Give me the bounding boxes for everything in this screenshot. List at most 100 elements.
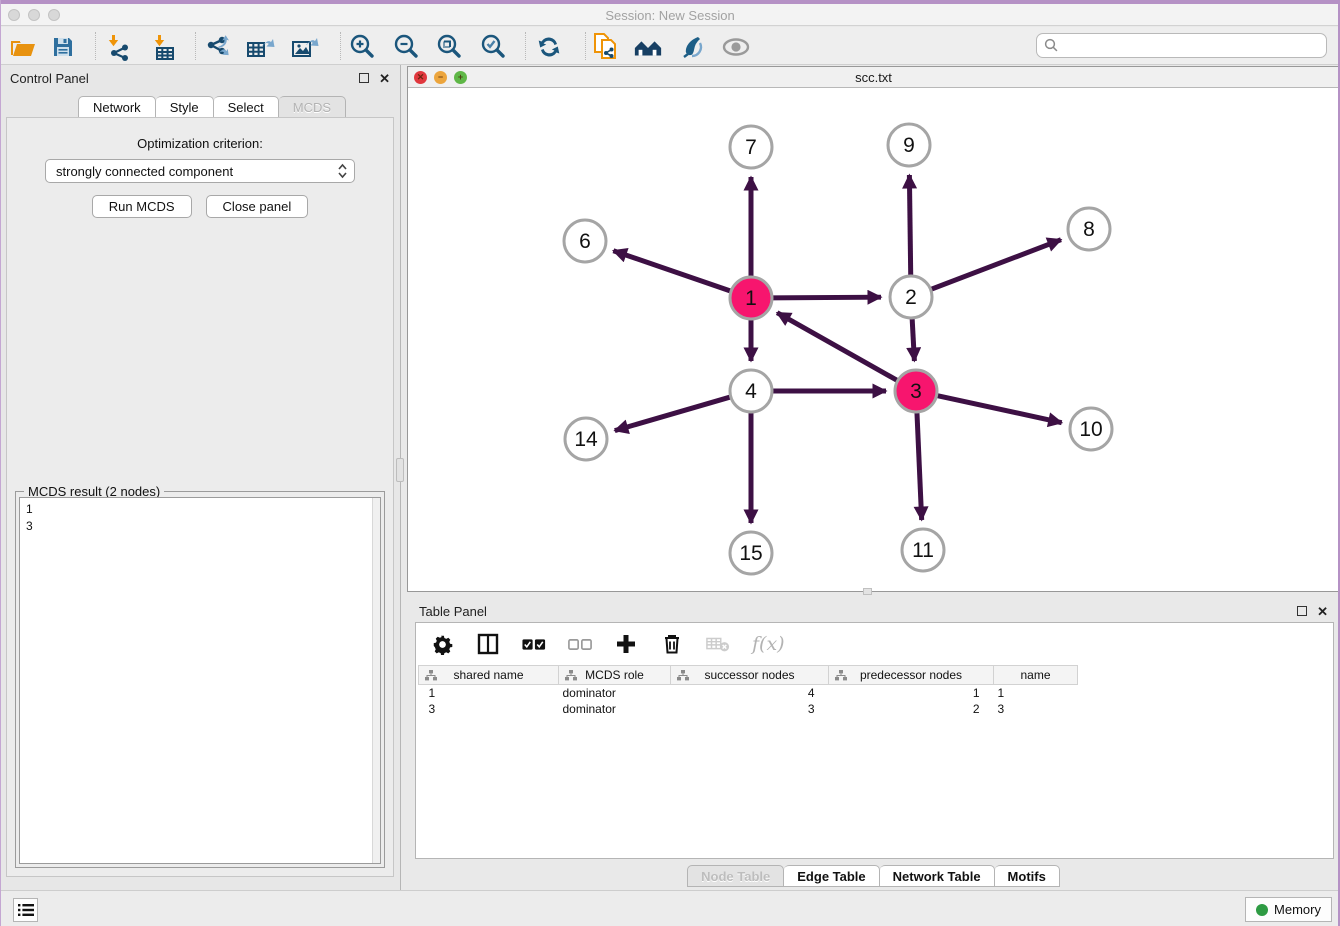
hide-selected-eye-icon[interactable]: [721, 33, 751, 61]
network-window-title: scc.txt: [408, 70, 1339, 85]
clone-network-icon[interactable]: [591, 33, 621, 61]
session-title: Session: New Session: [0, 8, 1340, 23]
edge-3-11[interactable]: [917, 410, 922, 520]
edge-3-1[interactable]: [777, 313, 899, 382]
cell-predecessor-nodes[interactable]: 1: [829, 685, 994, 701]
column-header-shared-name[interactable]: shared name: [419, 666, 559, 685]
column-header-successor-nodes[interactable]: successor nodes: [671, 666, 829, 685]
export-network-icon[interactable]: [203, 33, 233, 61]
graph-node-14[interactable]: 14: [565, 418, 607, 460]
graph-node-1[interactable]: 1: [730, 277, 772, 319]
export-image-icon[interactable]: [290, 33, 320, 61]
control-panel-tabs: NetworkStyleSelectMCDS: [78, 96, 346, 118]
edge-1-6[interactable]: [613, 251, 733, 292]
network-canvas[interactable]: 7 9 6 8 1 2 4 3 14 10 15 11: [408, 89, 1339, 591]
search-box[interactable]: [1036, 33, 1327, 58]
refresh-layout-icon[interactable]: [534, 33, 564, 61]
close-panel-button[interactable]: Close panel: [206, 195, 309, 218]
tab-network-table[interactable]: Network Table: [880, 865, 995, 887]
show-column-panel-icon[interactable]: [476, 632, 500, 656]
cell-predecessor-nodes[interactable]: 2: [829, 701, 994, 717]
mcds-tab-content: Optimization criterion: strongly connect…: [6, 117, 394, 877]
tab-select[interactable]: Select: [214, 96, 279, 118]
export-table-icon[interactable]: [245, 33, 275, 61]
tab-network[interactable]: Network: [78, 96, 156, 118]
zoom-out-icon[interactable]: [391, 33, 421, 61]
vizmap-icon[interactable]: [677, 33, 707, 61]
search-input[interactable]: [1064, 39, 1326, 53]
svg-text:15: 15: [739, 542, 762, 565]
graph-node-7[interactable]: 7: [730, 126, 772, 168]
tab-mcds[interactable]: MCDS: [279, 96, 346, 118]
delete-table-icon: [706, 632, 730, 656]
svg-text:2: 2: [905, 286, 917, 309]
graph-node-15[interactable]: 15: [730, 532, 772, 574]
edge-2-9[interactable]: [909, 175, 910, 278]
result-scrollbar[interactable]: [372, 498, 380, 863]
cell-shared-name[interactable]: 3: [419, 701, 559, 717]
import-table-icon[interactable]: [150, 33, 180, 61]
cell-MCDS-role[interactable]: dominator: [559, 701, 671, 717]
graph-node-2[interactable]: 2: [890, 276, 932, 318]
add-row-icon[interactable]: [614, 632, 638, 656]
close-panel-icon[interactable]: ✕: [379, 72, 390, 85]
node-table[interactable]: shared nameMCDS rolesuccessor nodesprede…: [418, 665, 1078, 717]
select-all-checkboxes-icon[interactable]: [522, 632, 546, 656]
delete-row-icon[interactable]: [660, 632, 684, 656]
toolbar-separator: [95, 32, 96, 60]
table-row[interactable]: 3dominator323: [419, 701, 1078, 717]
mcds-result-fieldset: MCDS result (2 nodes) 1 3: [15, 491, 385, 868]
import-network-icon[interactable]: [104, 33, 134, 61]
cell-MCDS-role[interactable]: dominator: [559, 685, 671, 701]
tab-style[interactable]: Style: [156, 96, 214, 118]
column-header-predecessor-nodes[interactable]: predecessor nodes: [829, 666, 994, 685]
svg-text:9: 9: [903, 134, 915, 157]
save-session-icon[interactable]: [48, 33, 78, 61]
table-row[interactable]: 1dominator411: [419, 685, 1078, 701]
graph-node-10[interactable]: 10: [1070, 408, 1112, 450]
edge-2-3[interactable]: [912, 316, 914, 361]
deselect-all-checkboxes-icon[interactable]: [568, 632, 592, 656]
cell-successor-nodes[interactable]: 3: [671, 701, 829, 717]
run-mcds-button[interactable]: Run MCDS: [92, 195, 192, 218]
cell-shared-name[interactable]: 1: [419, 685, 559, 701]
open-session-icon[interactable]: [8, 33, 38, 61]
cell-name[interactable]: 3: [994, 701, 1078, 717]
graph-node-9[interactable]: 9: [888, 124, 930, 166]
edge-4-14[interactable]: [615, 396, 733, 430]
graph-node-8[interactable]: 8: [1068, 208, 1110, 250]
edge-3-10[interactable]: [935, 395, 1062, 423]
task-list-icon: [18, 903, 34, 917]
memory-label: Memory: [1274, 902, 1321, 917]
table-settings-icon[interactable]: [430, 632, 454, 656]
tab-node-table[interactable]: Node Table: [687, 865, 784, 887]
mcds-result-text[interactable]: 1 3: [19, 497, 381, 864]
float-panel-icon[interactable]: [359, 73, 369, 83]
svg-text:6: 6: [579, 230, 591, 253]
zoom-in-icon[interactable]: [347, 33, 377, 61]
cell-name[interactable]: 1: [994, 685, 1078, 701]
zoom-selected-icon[interactable]: [478, 33, 508, 61]
column-header-MCDS-role[interactable]: MCDS role: [559, 666, 671, 685]
graph-node-3[interactable]: 3: [895, 370, 937, 412]
graph-node-11[interactable]: 11: [902, 529, 944, 571]
criterion-select[interactable]: strongly connected component: [45, 159, 355, 183]
network-graph[interactable]: 7 9 6 8 1 2 4 3 14 10 15 11: [408, 89, 1339, 592]
graph-node-4[interactable]: 4: [730, 370, 772, 412]
graph-node-6[interactable]: 6: [564, 220, 606, 262]
table-close-panel-icon[interactable]: ✕: [1317, 605, 1328, 618]
vertical-splitter-handle[interactable]: [396, 458, 404, 482]
edge-2-8[interactable]: [929, 240, 1061, 291]
cell-successor-nodes[interactable]: 4: [671, 685, 829, 701]
memory-button[interactable]: Memory: [1245, 897, 1332, 922]
horizontal-splitter-handle[interactable]: [863, 588, 872, 595]
first-neighbors-icon[interactable]: [633, 33, 663, 61]
tab-motifs[interactable]: Motifs: [995, 865, 1060, 887]
tab-edge-table[interactable]: Edge Table: [784, 865, 879, 887]
table-float-panel-icon[interactable]: [1297, 606, 1307, 616]
zoom-fit-icon[interactable]: [434, 33, 464, 61]
task-history-button[interactable]: [13, 898, 38, 922]
table-panel-header: Table Panel ✕: [407, 598, 1340, 624]
edge-1-2[interactable]: [770, 297, 881, 298]
column-header-name[interactable]: name: [994, 666, 1078, 685]
